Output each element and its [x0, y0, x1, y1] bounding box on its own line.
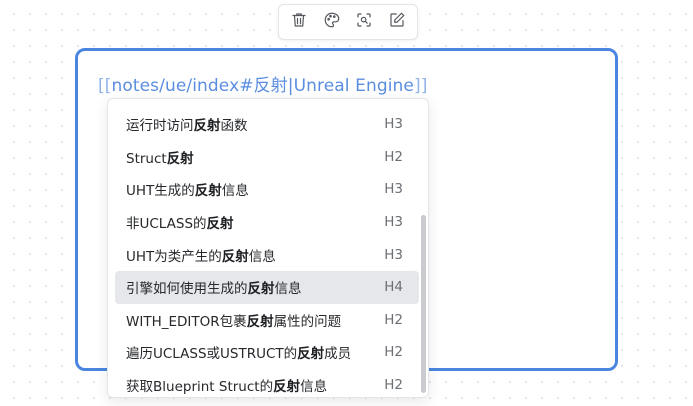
match-highlight: 反射	[166, 150, 194, 167]
suggestion-heading: 非UCLASS的反射	[126, 212, 234, 232]
suggestion-heading: 获取Blueprint Struct的反射信息	[126, 375, 327, 395]
heading-text-before: 获取Blueprint Struct的	[126, 379, 274, 396]
heading-text-before: UHT生成的	[126, 183, 195, 200]
heading-text-before: WITH_EDITOR包裹	[126, 313, 247, 330]
link-close-bracket: ]]	[414, 76, 428, 96]
heading-level: H2	[384, 148, 403, 165]
suggestion-item[interactable]: 引擎如何使用生成的反射信息 H4	[115, 270, 419, 304]
heading-text-after: 函数	[220, 118, 248, 135]
suggestion-item[interactable]: UHT生成的反射信息 H3	[115, 173, 419, 206]
heading-level: H3	[384, 246, 403, 263]
heading-level: H4	[384, 279, 403, 296]
heading-text-after: 信息	[300, 379, 328, 396]
suggestion-heading: UHT为类产生的反射信息	[126, 245, 276, 265]
dropdown-scrollbar[interactable]	[421, 215, 426, 393]
suggestion-item[interactable]: 运行时访问反射函数 H3	[115, 108, 419, 141]
heading-level: H2	[384, 377, 403, 394]
wikilink-text[interactable]: [[notes/ue/index#反射|Unreal Engine]]	[98, 71, 427, 96]
suggestion-heading: UHT生成的反射信息	[126, 179, 249, 199]
heading-text-after: 成员	[324, 346, 352, 363]
trash-icon	[290, 11, 308, 33]
heading-text-after: 信息	[221, 183, 249, 200]
match-highlight: 反射	[247, 281, 275, 298]
heading-level: H3	[384, 116, 403, 133]
palette-icon	[323, 11, 341, 33]
focus-icon	[355, 11, 373, 33]
link-open-bracket: [[	[98, 76, 112, 96]
suggestion-item[interactable]: UHT为类产生的反射信息 H3	[115, 238, 419, 271]
suggestion-heading: 运行时访问反射函数	[126, 114, 248, 134]
heading-text-before: UHT为类产生的	[126, 248, 222, 265]
block-toolbar	[278, 4, 418, 40]
match-highlight: 反射	[193, 118, 221, 135]
heading-text-after: 信息	[248, 248, 276, 265]
heading-level: H2	[384, 311, 403, 328]
suggestion-heading: Struct反射	[126, 147, 194, 167]
link-suggestion-dropdown: 运行时访问反射函数 H3 Struct反射 H2 UHT生成的反射信息 H3 非UCLASS…	[107, 98, 429, 398]
suggestion-item[interactable]: Struct反射 H2	[115, 141, 419, 174]
suggestion-heading: 遍历UCLASS或USTRUCT的反射成员	[126, 342, 351, 362]
match-highlight: 反射	[273, 379, 301, 396]
color-button[interactable]	[319, 9, 345, 35]
heading-level: H3	[384, 214, 403, 231]
suggestion-item[interactable]: WITH_EDITOR包裹反射属性的问题 H2	[115, 304, 419, 337]
heading-text-after: 信息	[274, 281, 302, 298]
suggestion-heading: WITH_EDITOR包裹反射属性的问题	[126, 310, 341, 330]
heading-text-after: 属性的问题	[273, 313, 342, 330]
suggestion-item[interactable]: 获取Blueprint Struct的反射信息 H2	[115, 369, 419, 397]
match-highlight: 反射	[206, 216, 234, 233]
edit-icon	[388, 11, 406, 33]
suggestion-item[interactable]: 遍历UCLASS或USTRUCT的反射成员 H2	[115, 336, 419, 369]
heading-level: H3	[384, 181, 403, 198]
heading-level: H2	[384, 344, 403, 361]
heading-text-before: 运行时访问	[126, 118, 194, 135]
suggestion-heading: 引擎如何使用生成的反射信息	[126, 277, 302, 297]
edit-button[interactable]	[384, 9, 410, 35]
heading-text-before: 非UCLASS的	[126, 216, 207, 233]
heading-text-before: 遍历UCLASS或USTRUCT的	[126, 346, 298, 363]
focus-button[interactable]	[351, 9, 377, 35]
match-highlight: 反射	[194, 183, 222, 200]
delete-button[interactable]	[286, 9, 312, 35]
link-target: notes/ue/index#反射|Unreal Engine	[111, 76, 414, 96]
match-highlight: 反射	[221, 248, 249, 265]
match-highlight: 反射	[246, 313, 274, 330]
heading-text-before: Struct	[126, 150, 167, 167]
match-highlight: 反射	[297, 346, 325, 363]
heading-text-before: 引擎如何使用生成的	[126, 281, 248, 298]
suggestion-item[interactable]: 非UCLASS的反射 H3	[115, 206, 419, 239]
suggestion-list: 运行时访问反射函数 H3 Struct反射 H2 UHT生成的反射信息 H3 非UCLASS…	[115, 108, 419, 397]
